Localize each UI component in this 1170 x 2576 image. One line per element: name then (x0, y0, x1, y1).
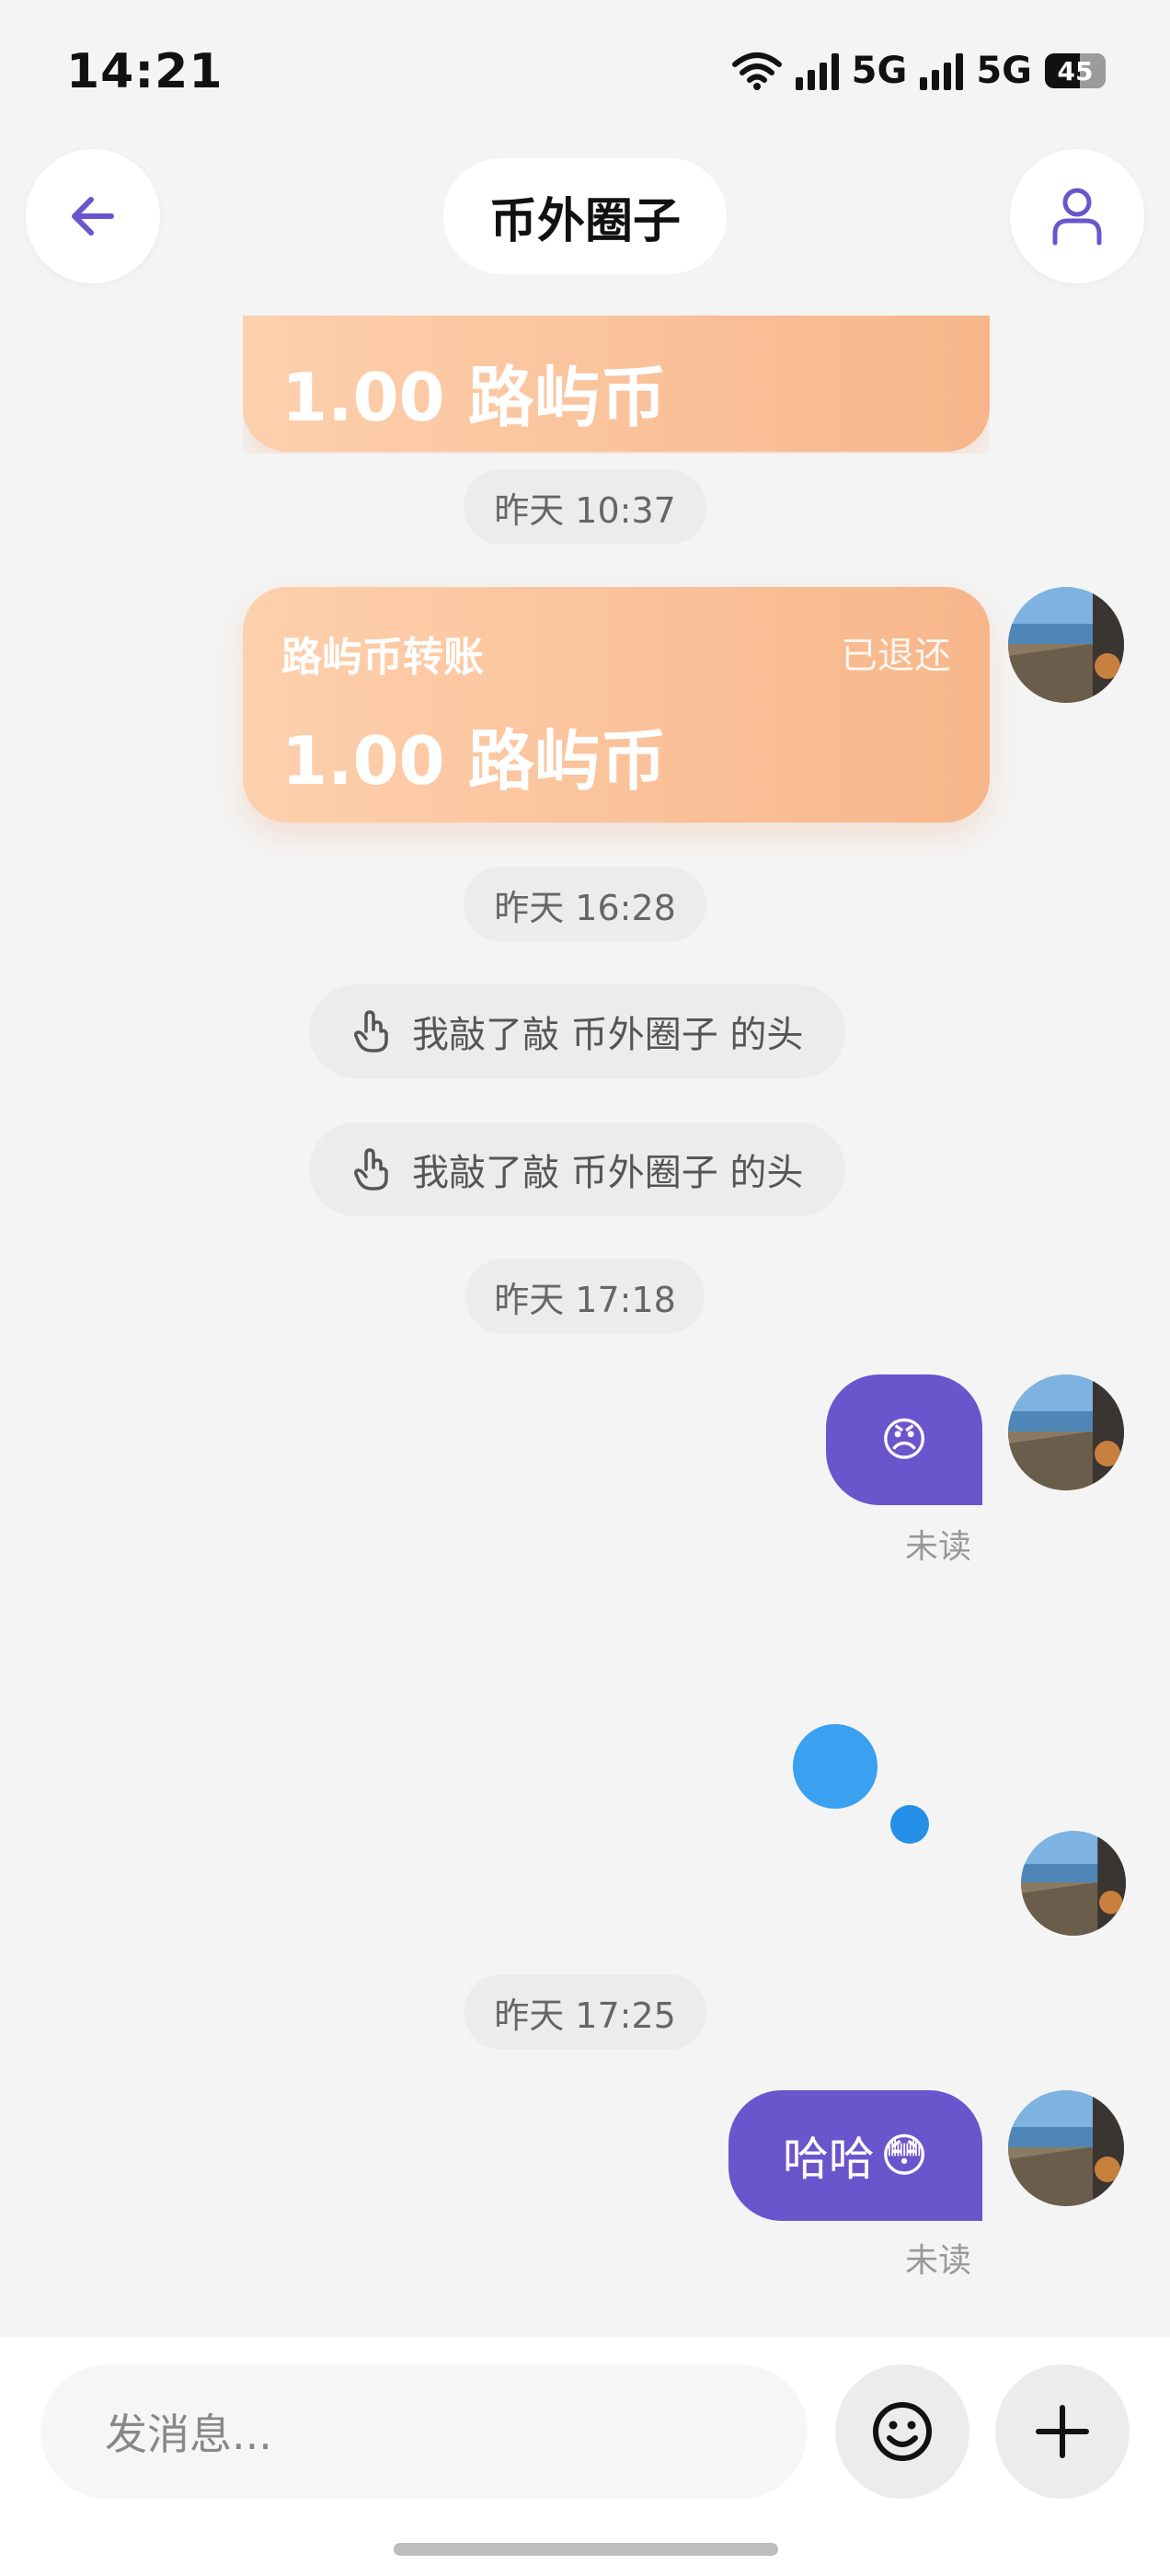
battery-level: 45 (1057, 55, 1094, 86)
avatar[interactable] (1008, 2090, 1124, 2206)
tap-hand-icon (354, 1148, 388, 1190)
home-indicator[interactable] (394, 2543, 778, 2556)
profile-button[interactable] (1010, 149, 1144, 283)
timestamp: 昨天 10:37 (464, 469, 706, 545)
poke-message: 我敲了敲 币外圈子 的头 (309, 1122, 846, 1216)
typing-dot-small (890, 1805, 929, 1844)
add-button[interactable] (995, 2364, 1130, 2499)
transfer-amount: 1.00 路屿币 (281, 722, 667, 799)
message-bubble[interactable]: 哈哈 😳 (728, 2090, 982, 2221)
tap-hand-icon (354, 1010, 388, 1052)
transfer-title: 路屿币转账 (281, 634, 484, 681)
battery-icon: 45 (1045, 53, 1106, 88)
flushed-face-icon: 😳 (879, 2129, 929, 2182)
signal-icon-2 (920, 52, 964, 90)
signal-icon (795, 52, 839, 90)
page-title: 币外圈子 (443, 158, 727, 274)
back-button[interactable] (26, 149, 160, 283)
avatar[interactable] (1008, 587, 1124, 703)
status-time: 14:21 (66, 44, 224, 99)
user-icon (1052, 188, 1102, 246)
timestamp: 昨天 17:25 (464, 1974, 706, 2050)
plus-icon (1036, 2405, 1089, 2458)
network-label-1: 5G (851, 50, 908, 92)
avatar[interactable] (1021, 1831, 1126, 1936)
transfer-card-partial[interactable]: 1.00 路屿币 (243, 316, 990, 454)
poke-text: 我敲了敲 币外圈子 的头 (412, 1152, 804, 1194)
transfer-amount: 1.00 路屿币 (281, 359, 667, 436)
wifi-icon (731, 52, 782, 90)
arrow-left-icon (72, 197, 114, 236)
message-input[interactable]: 发消息... (40, 2364, 808, 2499)
read-status: 未读 (905, 1528, 972, 1566)
message-text: 哈哈 (782, 2133, 875, 2186)
typing-dot-large (793, 1724, 878, 1809)
poke-message: 我敲了敲 币外圈子 的头 (309, 984, 846, 1078)
message-bubble[interactable]: 😠 (826, 1374, 982, 1505)
poke-text: 我敲了敲 币外圈子 的头 (412, 1014, 804, 1056)
transfer-status: 已退还 (841, 635, 951, 677)
transfer-card[interactable]: 路屿币转账 已退还 1.00 路屿币 (243, 587, 990, 822)
timestamp: 昨天 16:28 (464, 867, 706, 942)
avatar[interactable] (1008, 1374, 1124, 1490)
emoji-button[interactable] (835, 2364, 969, 2499)
status-indicators: 5G 5G 45 (731, 50, 1106, 92)
network-label-2: 5G (976, 50, 1032, 92)
read-status: 未读 (905, 2242, 972, 2280)
smiley-icon (873, 2402, 932, 2461)
angry-face-icon: 😠 (879, 1413, 929, 1466)
timestamp: 昨天 17:18 (465, 1259, 705, 1334)
